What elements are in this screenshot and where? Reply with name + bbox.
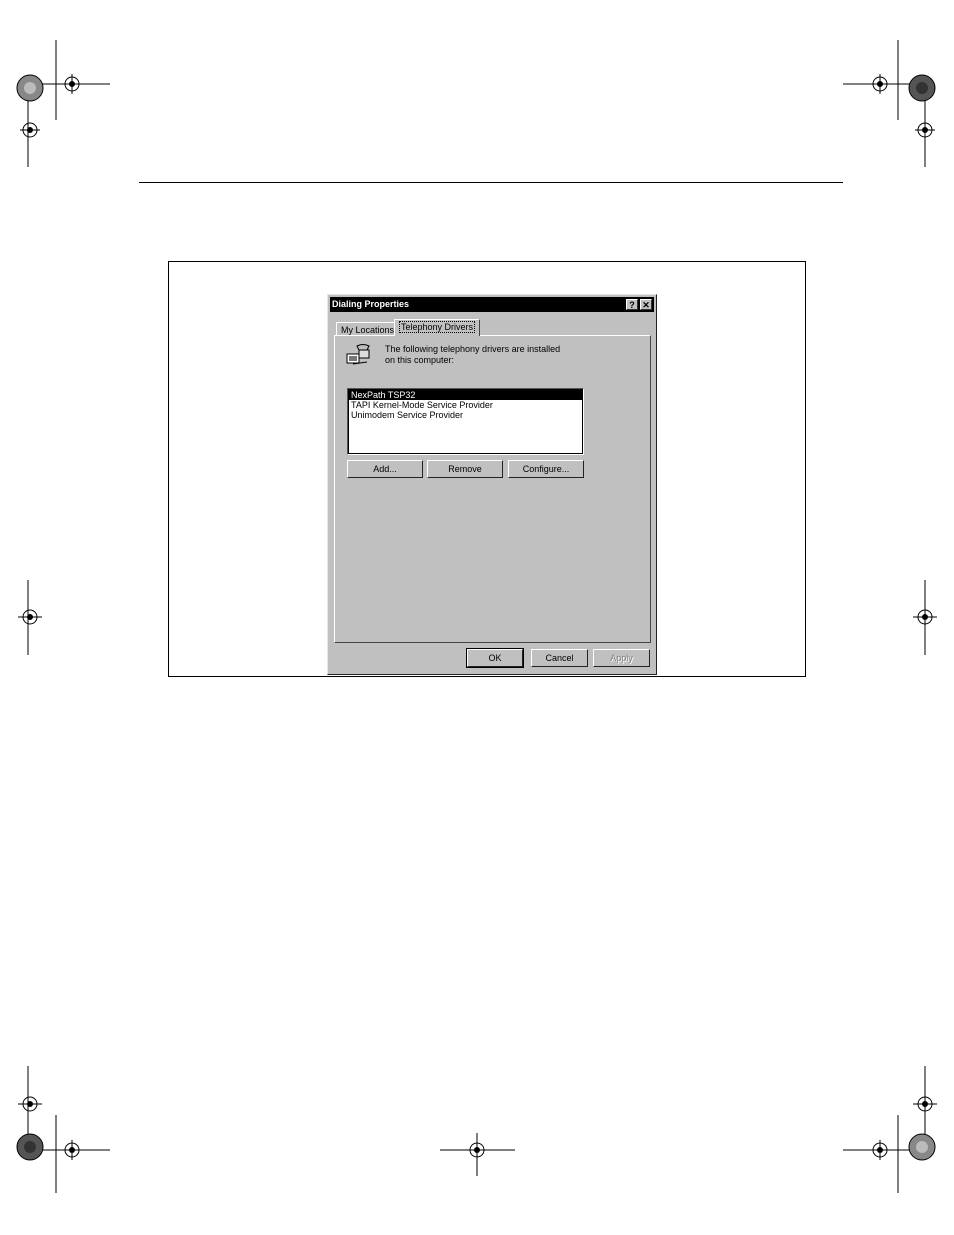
list-item[interactable]: Unimodem Service Provider (349, 410, 582, 420)
ok-button[interactable]: OK (466, 648, 524, 668)
list-item[interactable]: TAPI Kernel-Mode Service Provider (349, 400, 582, 410)
header-rule (139, 182, 843, 183)
description-line-1: The following telephony drivers are inst… (385, 344, 561, 354)
add-button[interactable]: Add... (347, 460, 423, 478)
drivers-listbox[interactable]: NexPath TSP32 TAPI Kernel-Mode Service P… (347, 388, 584, 455)
remove-button[interactable]: Remove (427, 460, 503, 478)
help-button[interactable]: ? (626, 299, 638, 310)
title-bar: Dialing Properties ? ✕ (330, 297, 654, 312)
ok-button-label: OK (488, 653, 502, 663)
apply-button-label: Apply (610, 653, 633, 663)
apply-button[interactable]: Apply (593, 649, 650, 667)
dialog-title: Dialing Properties (332, 299, 410, 309)
list-item[interactable]: NexPath TSP32 (349, 390, 582, 400)
configure-button-label: Configure... (522, 464, 570, 474)
remove-button-label: Remove (448, 464, 482, 474)
tab-label: Telephony Drivers (399, 321, 476, 333)
tab-panel: The following telephony drivers are inst… (334, 335, 651, 643)
cancel-button-label: Cancel (545, 653, 574, 663)
configure-button[interactable]: Configure... (508, 460, 584, 478)
telephony-drivers-icon (346, 344, 370, 365)
help-icon: ? (629, 300, 635, 310)
tab-my-locations[interactable]: My Locations (336, 322, 400, 335)
description-text: The following telephony drivers are inst… (385, 344, 560, 366)
close-button[interactable]: ✕ (640, 299, 652, 310)
tab-label: My Locations (341, 325, 395, 335)
dialing-properties-dialog: Dialing Properties ? ✕ My Locations Tele… (327, 294, 657, 675)
close-icon: ✕ (642, 300, 650, 310)
add-button-label: Add... (373, 464, 397, 474)
tab-telephony-drivers[interactable]: Telephony Drivers (394, 319, 481, 336)
description-line-2: on this computer: (385, 355, 455, 365)
cancel-button[interactable]: Cancel (531, 649, 588, 667)
